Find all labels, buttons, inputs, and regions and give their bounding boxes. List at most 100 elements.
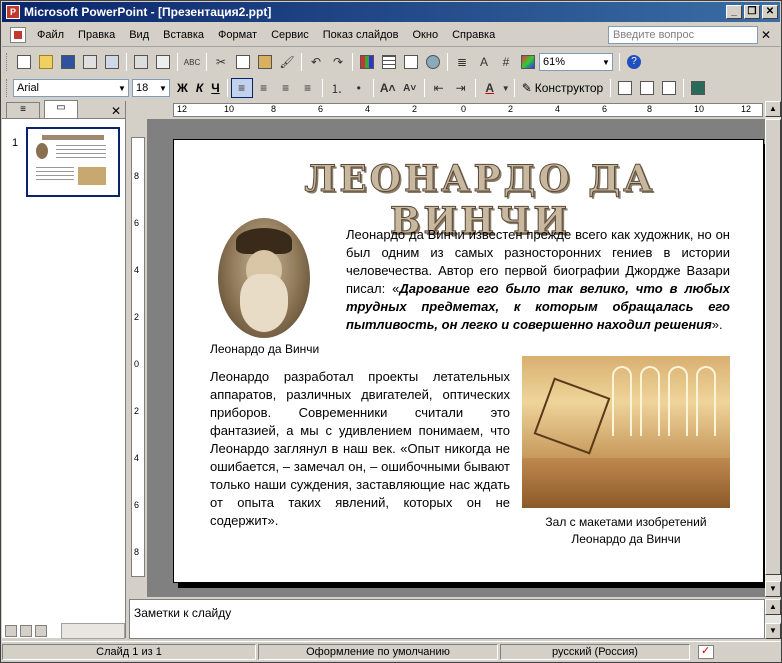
vertical-scrollbar[interactable]: ▲ ▼: [765, 101, 781, 597]
menu-file[interactable]: Файл: [30, 27, 71, 43]
horizontal-ruler[interactable]: 12 10 8 6 4 2 0 2 4 6 8 10 12: [129, 101, 779, 119]
separator: [301, 53, 302, 71]
align-left-icon[interactable]: ≡: [230, 78, 253, 98]
notes-scrollbar[interactable]: ▲ ▼: [765, 599, 781, 639]
print-preview-icon[interactable]: [152, 52, 174, 72]
scroll-down-icon[interactable]: ▼: [765, 581, 781, 597]
format-painter-icon[interactable]: 🖌: [276, 52, 298, 72]
ruler-label: 0: [461, 104, 467, 114]
bullets-icon[interactable]: •: [348, 78, 370, 98]
justify-icon[interactable]: ≡: [297, 78, 319, 98]
underline-button[interactable]: Ч: [207, 78, 223, 98]
ruler-label: 4: [555, 104, 561, 114]
portrait-caption[interactable]: Леонардо да Винчи: [210, 342, 319, 356]
table-icon[interactable]: [378, 52, 400, 72]
restore-button[interactable]: ❐: [744, 5, 760, 19]
scroll-down-icon[interactable]: ▼: [765, 623, 781, 639]
doc-close-icon[interactable]: ✕: [758, 28, 774, 42]
intro-paragraph[interactable]: Леонардо да Винчи известен прежде всего …: [346, 226, 730, 334]
align-center-icon[interactable]: ≡: [253, 78, 275, 98]
separator: [610, 79, 612, 97]
new-icon[interactable]: [13, 52, 35, 72]
scroll-up-icon[interactable]: ▲: [765, 101, 781, 117]
align-right-icon[interactable]: ≡: [275, 78, 297, 98]
document-icon[interactable]: [10, 26, 26, 43]
layout-icon[interactable]: [636, 78, 658, 98]
menu-help[interactable]: Справка: [445, 27, 502, 43]
font-select[interactable]: Arial ▼: [13, 79, 129, 97]
open-icon[interactable]: [35, 52, 57, 72]
chevron-down-icon[interactable]: ▼: [501, 78, 511, 98]
zoom-select[interactable]: 61% ▼: [539, 53, 613, 71]
help-question-input[interactable]: Введите вопрос: [608, 25, 758, 44]
inventions-paragraph[interactable]: Леонардо разработал проекты летательных …: [210, 368, 510, 530]
menu-tools[interactable]: Сервис: [264, 27, 316, 43]
undo-icon[interactable]: ↶: [305, 52, 327, 72]
new-slide-icon[interactable]: [614, 78, 636, 98]
layout-icon-2[interactable]: [658, 78, 680, 98]
thumb-image: [78, 167, 106, 185]
hyperlink-icon[interactable]: [422, 52, 444, 72]
menu-edit[interactable]: Правка: [71, 27, 122, 43]
menu-window[interactable]: Окно: [406, 27, 446, 43]
spelling-status-icon[interactable]: [698, 644, 714, 659]
menu-view[interactable]: Вид: [122, 27, 156, 43]
fill-color-icon[interactable]: [687, 78, 709, 98]
expand-icon[interactable]: ≣: [451, 52, 473, 72]
ruler-label: 6: [602, 104, 608, 114]
toolbar-grip[interactable]: [6, 53, 9, 71]
design-button[interactable]: ✎ Конструктор: [518, 78, 607, 98]
chart-icon[interactable]: [356, 52, 378, 72]
close-button[interactable]: ✕: [762, 5, 778, 19]
menu-insert[interactable]: Вставка: [156, 27, 211, 43]
save-icon[interactable]: [57, 52, 79, 72]
grid-icon[interactable]: #: [495, 52, 517, 72]
scroll-up-icon[interactable]: ▲: [765, 599, 781, 615]
font-color-icon[interactable]: A: [479, 78, 501, 98]
horizontal-scrollbar[interactable]: [61, 623, 125, 639]
powerpoint-app-icon[interactable]: P: [6, 5, 20, 19]
minimize-button[interactable]: _: [726, 5, 742, 19]
decrease-indent-icon[interactable]: ⇤: [428, 78, 450, 98]
increase-font-icon[interactable]: A˄: [377, 78, 399, 98]
slide-editing-area[interactable]: ЛЕОНАРДО ДА ВИНЧИ Леонардо да Винчи Леон…: [147, 119, 765, 597]
italic-button[interactable]: К: [192, 78, 207, 98]
tab-slides[interactable]: ▭: [44, 100, 78, 118]
color-grayscale-icon[interactable]: [517, 52, 539, 72]
leonardo-portrait-image[interactable]: [218, 218, 310, 338]
status-design[interactable]: Оформление по умолчанию: [258, 643, 498, 660]
hall-caption[interactable]: Зал с макетами изобретений Леонардо да В…: [524, 514, 728, 548]
show-formatting-icon[interactable]: A: [473, 52, 495, 72]
print-icon[interactable]: [130, 52, 152, 72]
cut-icon[interactable]: ✂: [210, 52, 232, 72]
slide-thumbnail[interactable]: [26, 127, 120, 197]
slideshow-view-icon[interactable]: [35, 625, 47, 637]
slide-canvas[interactable]: ЛЕОНАРДО ДА ВИНЧИ Леонардо да Винчи Леон…: [173, 139, 764, 583]
font-size-select[interactable]: 18 ▼: [132, 79, 170, 97]
toolbar-grip[interactable]: [6, 79, 9, 97]
numbering-icon[interactable]: ⒈: [326, 78, 348, 98]
help-icon[interactable]: ?: [623, 52, 645, 72]
redo-icon[interactable]: ↷: [327, 52, 349, 72]
inventions-hall-image[interactable]: [522, 356, 730, 508]
tables-borders-icon[interactable]: [400, 52, 422, 72]
close-icon[interactable]: ✕: [107, 104, 125, 118]
decrease-font-icon[interactable]: A˅: [399, 78, 421, 98]
separator: [474, 79, 476, 97]
normal-view-icon[interactable]: [5, 625, 17, 637]
tab-outline[interactable]: ≡: [6, 102, 40, 118]
spelling-icon[interactable]: ABC: [181, 52, 203, 72]
increase-indent-icon[interactable]: ⇥: [450, 78, 472, 98]
copy-icon[interactable]: [232, 52, 254, 72]
slide-title[interactable]: ЛЕОНАРДО ДА ВИНЧИ: [300, 158, 660, 243]
slide-sorter-view-icon[interactable]: [20, 625, 32, 637]
vertical-ruler[interactable]: 8 6 4 2 0 2 4 6 8: [129, 119, 147, 597]
menu-slideshow[interactable]: Показ слайдов: [316, 27, 406, 43]
permission-icon[interactable]: [79, 52, 101, 72]
paste-icon[interactable]: [254, 52, 276, 72]
menu-format[interactable]: Формат: [211, 27, 264, 43]
notes-pane[interactable]: Заметки к слайду: [129, 599, 765, 639]
scroll-thumb[interactable]: [765, 119, 781, 575]
email-icon[interactable]: [101, 52, 123, 72]
bold-button[interactable]: Ж: [173, 78, 192, 98]
